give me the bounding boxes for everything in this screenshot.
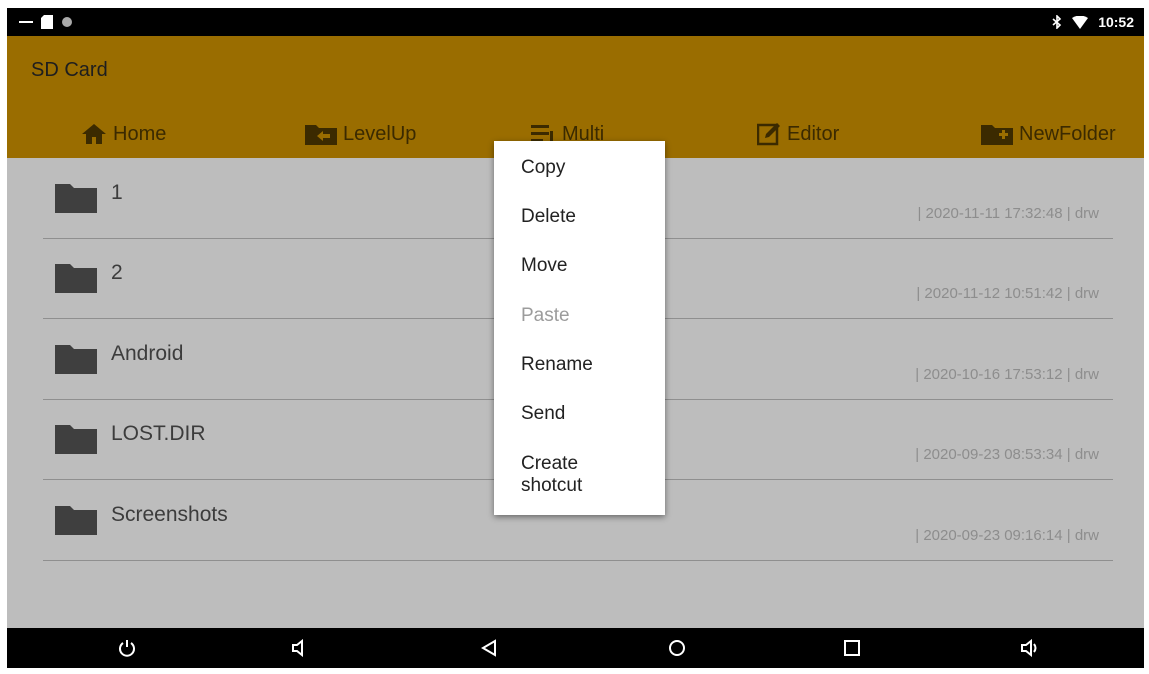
file-meta: | 2020-11-12 10:51:42 | drw	[916, 285, 1099, 302]
new-folder-label: NewFolder	[1019, 122, 1116, 145]
menu-item-delete[interactable]: Delete	[521, 206, 576, 228]
file-name: 2	[111, 261, 123, 284]
power-icon	[119, 640, 135, 657]
menu-item-send[interactable]: Send	[521, 403, 565, 425]
folder-icon	[55, 264, 97, 293]
home-label: Home	[113, 122, 167, 145]
back-icon	[481, 639, 496, 657]
volume-up-button[interactable]	[1010, 628, 1050, 668]
menu-item-move[interactable]: Move	[521, 255, 567, 277]
volume-up-icon	[1021, 639, 1037, 657]
dot-icon	[62, 17, 72, 27]
context-menu: Copy Delete Move Paste Rename Send Creat…	[494, 141, 665, 515]
status-time: 10:52	[1098, 14, 1134, 30]
power-button[interactable]	[107, 628, 147, 668]
folder-add-icon	[981, 125, 1013, 145]
file-name: Screenshots	[111, 503, 228, 526]
menu-item-copy[interactable]: Copy	[521, 157, 565, 179]
minus-icon	[19, 21, 33, 23]
level-up-label: LevelUp	[343, 122, 417, 145]
folder-icon	[55, 425, 97, 454]
volume-down-icon	[292, 639, 303, 657]
recents-button[interactable]	[832, 628, 872, 668]
home-button[interactable]: Home	[81, 118, 166, 150]
menu-item-rename[interactable]: Rename	[521, 354, 593, 376]
page-title: SD Card	[31, 59, 108, 81]
editor-button[interactable]: Editor	[757, 118, 839, 150]
device-screen: 10:52 SD Card Home LevelUp Multi Editor	[7, 8, 1144, 668]
file-name: Android	[111, 342, 184, 365]
recents-icon	[844, 640, 860, 656]
menu-item-create-shortcut[interactable]: Create shotcut	[521, 453, 582, 497]
editor-label: Editor	[787, 122, 840, 145]
file-meta: | 2020-09-23 08:53:34 | drw	[915, 446, 1099, 463]
file-name: 1	[111, 181, 123, 204]
home-circle-icon	[669, 640, 685, 656]
wifi-icon	[1072, 15, 1089, 29]
volume-down-button[interactable]	[279, 628, 319, 668]
status-bar: 10:52	[7, 8, 1144, 36]
sd-card-icon	[41, 15, 53, 29]
home-icon	[82, 124, 106, 144]
new-folder-button[interactable]: NewFolder	[981, 118, 1116, 150]
file-name: LOST.DIR	[111, 422, 206, 445]
navigation-bar	[7, 628, 1144, 668]
folder-icon	[55, 345, 97, 374]
menu-item-paste[interactable]: Paste	[521, 305, 570, 327]
level-up-button[interactable]: LevelUp	[305, 118, 416, 150]
menu-item-create-shortcut-line2: shotcut	[521, 475, 583, 496]
back-button[interactable]	[469, 628, 509, 668]
edit-icon	[757, 123, 780, 146]
file-meta: | 2020-10-16 17:53:12 | drw	[915, 366, 1099, 383]
folder-icon	[55, 506, 97, 535]
folder-up-icon	[305, 125, 337, 145]
file-meta: | 2020-09-23 09:16:14 | drw	[915, 527, 1099, 544]
folder-icon	[55, 184, 97, 213]
bluetooth-icon	[1052, 15, 1062, 29]
home-nav-button[interactable]	[657, 628, 697, 668]
file-meta: | 2020-11-11 17:32:48 | drw	[917, 205, 1099, 222]
app-bar: SD Card Home LevelUp Multi Editor NewFol…	[7, 36, 1144, 158]
menu-item-create-shortcut-line1: Create	[521, 453, 579, 474]
